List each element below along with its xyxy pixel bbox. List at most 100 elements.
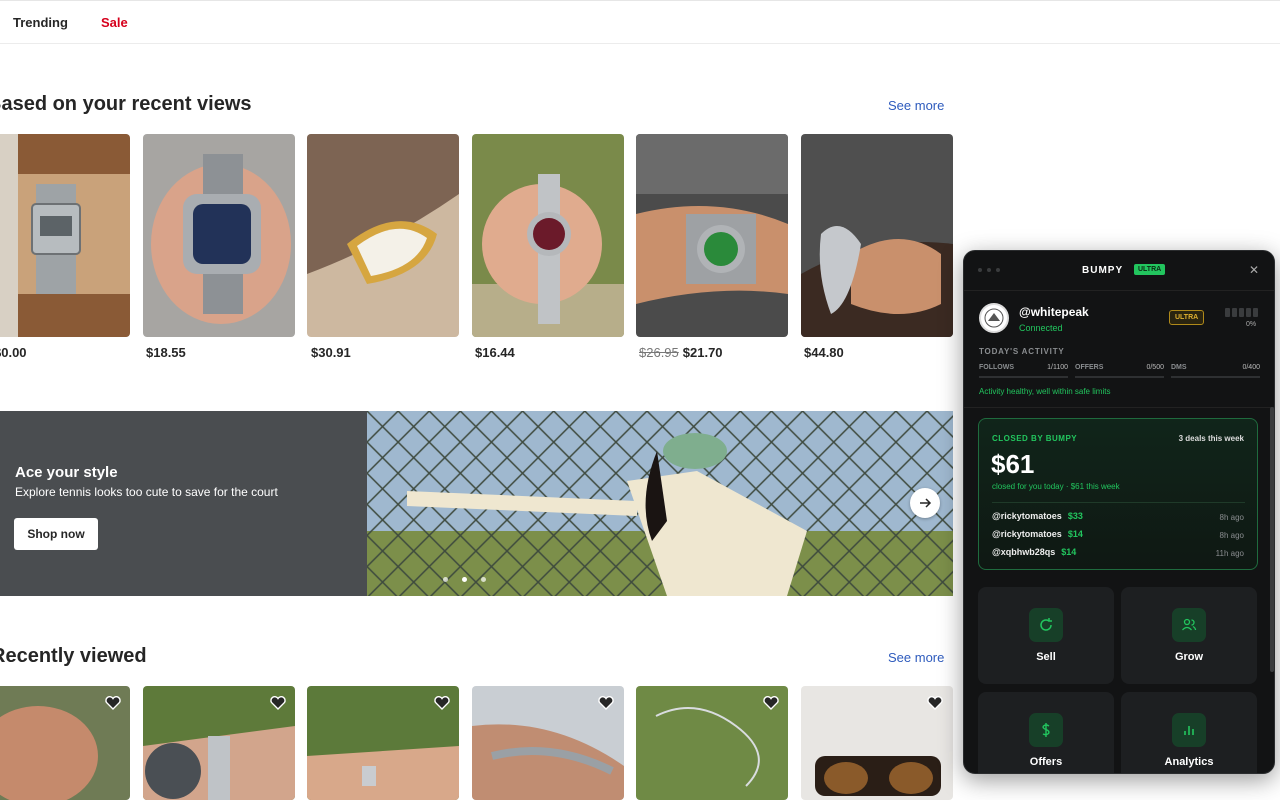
product-price-6: $44.80: [804, 345, 844, 360]
deal-row: @rickytomatoes $33: [992, 511, 1083, 521]
heart-icon[interactable]: [926, 694, 944, 712]
stat-offers-value: 0/500: [1146, 364, 1164, 371]
carousel-next-button[interactable]: [910, 488, 940, 518]
stat-dms-bar: [1171, 376, 1260, 378]
deal-amount: $33: [1067, 511, 1083, 521]
stat-follows-bar: [979, 376, 1068, 378]
original-price: $26.95: [639, 345, 679, 360]
closed-amount: $61: [991, 449, 1035, 479]
tier-tag: ULTRA: [1134, 264, 1166, 275]
product-card-3[interactable]: [307, 134, 459, 337]
divider: [992, 502, 1245, 503]
deal-time: 11h ago: [1215, 549, 1244, 558]
deal-user: @xqbhwb28qs: [992, 547, 1056, 557]
product-image: [636, 134, 788, 337]
recently-viewed-title: Recently viewed: [0, 645, 147, 667]
closed-label: CLOSED BY BUMPY: [992, 434, 1078, 443]
users-icon: [1172, 608, 1206, 642]
carousel-dot[interactable]: [481, 577, 486, 582]
product-card-1[interactable]: [0, 134, 130, 337]
stat-offers-bar: [1075, 376, 1164, 378]
dollar-icon: [1029, 713, 1063, 747]
top-nav: Trending Sale: [0, 0, 1280, 44]
product-price-1: $0.00: [0, 345, 27, 360]
deal-amount: $14: [1067, 529, 1083, 539]
stat-offers-label: OFFERS: [1075, 364, 1104, 371]
tile-grow[interactable]: Grow: [1121, 587, 1257, 684]
avatar: [979, 303, 1009, 333]
product-card-6[interactable]: [801, 134, 953, 337]
banner-text-panel: Ace your style Explore tennis looks too …: [0, 411, 367, 596]
bumpy-panel: BUMPY ULTRA ✕ @whitepeak Connected ULTRA…: [963, 250, 1275, 774]
activity-label: TODAY'S ACTIVITY: [979, 347, 1065, 356]
tile-label: Grow: [1174, 651, 1204, 663]
heart-icon[interactable]: [104, 694, 122, 712]
product-image: [472, 134, 624, 337]
tier-badge: ULTRA: [1169, 310, 1205, 325]
nav-trending[interactable]: Trending: [13, 15, 68, 30]
recently-viewed-see-more[interactable]: See more: [888, 650, 944, 665]
banner-image: [367, 411, 953, 596]
activity-health: Activity healthy, well within safe limit…: [979, 387, 1111, 396]
close-icon[interactable]: ✕: [1249, 263, 1259, 277]
nav-sale[interactable]: Sale: [101, 15, 128, 30]
product-image: [307, 134, 459, 337]
product-card-4[interactable]: [472, 134, 624, 337]
stat-dms-value: 0/400: [1242, 364, 1260, 371]
product-image: [143, 134, 295, 337]
connection-status: Connected: [1019, 323, 1063, 333]
recent-views-see-more[interactable]: See more: [888, 98, 944, 113]
tile-label: Sell: [1036, 651, 1056, 663]
heart-icon[interactable]: [762, 694, 780, 712]
heart-icon[interactable]: [597, 694, 615, 712]
tile-analytics[interactable]: Analytics: [1121, 692, 1257, 773]
deal-row: @xqbhwb28qs $14: [992, 547, 1076, 557]
product-image: [801, 134, 953, 337]
tile-label: Analytics: [1164, 756, 1214, 768]
product-card-5[interactable]: [636, 134, 788, 337]
recent-views-title: Based on your recent views: [0, 93, 252, 115]
heart-icon[interactable]: [269, 694, 287, 712]
bar-chart-icon: [1172, 713, 1206, 747]
product-price-5: $26.95 $21.70: [639, 345, 723, 360]
heart-icon[interactable]: [433, 694, 451, 712]
scrollbar[interactable]: [1270, 407, 1274, 672]
deal-amount: $14: [1061, 547, 1077, 557]
usage-percent: 0%: [1246, 321, 1257, 328]
deal-row: @rickytomatoes $14: [992, 529, 1083, 539]
tile-offers[interactable]: Offers: [978, 692, 1114, 773]
usage-meter-icon: [1225, 308, 1258, 317]
tile-sell[interactable]: Sell: [978, 587, 1114, 684]
stat-follows-label: FOLLOWS: [979, 364, 1014, 371]
product-card-2[interactable]: [143, 134, 295, 337]
product-price-2: $18.55: [146, 345, 186, 360]
product-price-3: $30.91: [311, 345, 351, 360]
sale-price: $21.70: [682, 345, 723, 360]
shop-now-button[interactable]: Shop now: [14, 518, 98, 550]
carousel-dots: [443, 577, 486, 582]
arrow-right-icon: [920, 498, 932, 508]
closed-subtitle: closed for you today · $61 this week: [992, 482, 1120, 491]
deal-user: @rickytomatoes: [992, 529, 1062, 539]
promo-banner: Ace your style Explore tennis looks too …: [0, 411, 953, 596]
carousel-dot[interactable]: [443, 577, 448, 582]
stat-follows-value: 1/1100: [1047, 364, 1068, 371]
product-price-4: $16.44: [475, 345, 515, 360]
panel-header: BUMPY ULTRA ✕: [964, 251, 1274, 291]
banner-subtitle: Explore tennis looks too cute to save fo…: [15, 485, 278, 499]
panel-brand: BUMPY: [1082, 265, 1124, 276]
username: @whitepeak: [1019, 305, 1089, 319]
deal-user: @rickytomatoes: [992, 511, 1062, 521]
refresh-icon: [1029, 608, 1063, 642]
deals-count: 3 deals this week: [1178, 434, 1244, 443]
deal-time: 8h ago: [1219, 531, 1244, 540]
banner-title: Ace your style: [15, 464, 118, 481]
drag-handle-icon[interactable]: [978, 268, 1000, 272]
divider: [964, 407, 1274, 408]
carousel-dot-active[interactable]: [462, 577, 467, 582]
tile-label: Offers: [1029, 756, 1063, 768]
closed-by-bumpy-card: CLOSED BY BUMPY 3 deals this week $61 cl…: [978, 418, 1258, 570]
product-image: [0, 134, 130, 337]
stat-dms-label: DMS: [1171, 364, 1187, 371]
deal-time: 8h ago: [1219, 513, 1244, 522]
